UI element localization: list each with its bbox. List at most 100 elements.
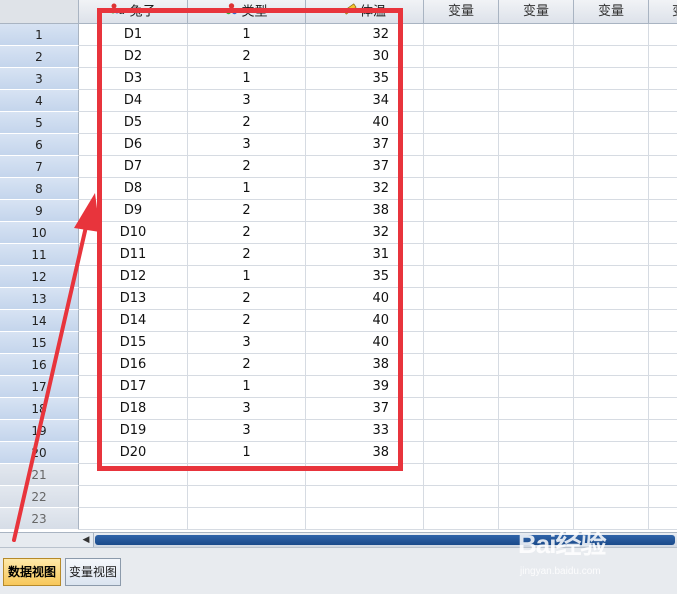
row-header[interactable]: 6 xyxy=(0,134,79,156)
cell-empty[interactable] xyxy=(499,46,574,68)
cell-empty[interactable] xyxy=(499,332,574,354)
cell-empty[interactable] xyxy=(574,464,649,486)
cell-empty[interactable] xyxy=(649,310,677,332)
cell-empty[interactable] xyxy=(649,68,677,90)
row-header[interactable]: 17 xyxy=(0,376,79,398)
cell-empty[interactable] xyxy=(424,464,499,486)
cell-temp[interactable]: 40 xyxy=(306,332,424,354)
cell-rabbit[interactable]: D3 xyxy=(79,68,188,90)
cell-temp[interactable]: 34 xyxy=(306,90,424,112)
cell-empty[interactable] xyxy=(574,398,649,420)
row-header[interactable]: 9 xyxy=(0,200,79,222)
cell-type[interactable]: 1 xyxy=(188,376,306,398)
cell-empty[interactable] xyxy=(574,442,649,464)
cell-empty[interactable] xyxy=(424,288,499,310)
cell-empty[interactable] xyxy=(574,46,649,68)
cell-type[interactable]: 2 xyxy=(188,288,306,310)
cell-empty[interactable] xyxy=(649,464,677,486)
cell-empty[interactable] xyxy=(574,354,649,376)
row-header[interactable]: 19 xyxy=(0,420,79,442)
cell-empty[interactable] xyxy=(649,200,677,222)
cell-empty[interactable] xyxy=(424,398,499,420)
cell-temp[interactable]: 39 xyxy=(306,376,424,398)
cell-empty[interactable] xyxy=(649,222,677,244)
cell-empty[interactable] xyxy=(574,222,649,244)
row-header[interactable]: 12 xyxy=(0,266,79,288)
cell-empty[interactable] xyxy=(649,354,677,376)
cell-temp[interactable]: 33 xyxy=(306,420,424,442)
row-header[interactable]: 16 xyxy=(0,354,79,376)
cell-type[interactable]: 2 xyxy=(188,156,306,178)
cell-empty[interactable] xyxy=(424,68,499,90)
cell-type[interactable] xyxy=(188,486,306,508)
cell-empty[interactable] xyxy=(499,420,574,442)
row-header[interactable]: 10 xyxy=(0,222,79,244)
cell-temp[interactable]: 40 xyxy=(306,310,424,332)
row-header[interactable]: 14 xyxy=(0,310,79,332)
cell-empty[interactable] xyxy=(424,486,499,508)
cell-type[interactable]: 1 xyxy=(188,266,306,288)
cell-type[interactable]: 2 xyxy=(188,354,306,376)
cell-empty[interactable] xyxy=(424,112,499,134)
cell-empty[interactable] xyxy=(649,178,677,200)
cell-empty[interactable] xyxy=(649,288,677,310)
cell-empty[interactable] xyxy=(424,266,499,288)
cell-temp[interactable] xyxy=(306,464,424,486)
cell-empty[interactable] xyxy=(424,376,499,398)
cell-empty[interactable] xyxy=(574,134,649,156)
cell-empty[interactable] xyxy=(574,68,649,90)
cell-empty[interactable] xyxy=(649,244,677,266)
cell-empty[interactable] xyxy=(499,288,574,310)
cell-temp[interactable]: 40 xyxy=(306,288,424,310)
column-header-6[interactable]: 变 xyxy=(649,0,677,24)
cell-type[interactable]: 2 xyxy=(188,244,306,266)
cell-temp[interactable]: 37 xyxy=(306,134,424,156)
cell-empty[interactable] xyxy=(499,486,574,508)
cell-rabbit[interactable]: D16 xyxy=(79,354,188,376)
cell-rabbit[interactable] xyxy=(79,508,188,530)
cell-type[interactable]: 3 xyxy=(188,134,306,156)
cell-rabbit[interactable]: D18 xyxy=(79,398,188,420)
row-header[interactable]: 20 xyxy=(0,442,79,464)
horizontal-scrollbar[interactable]: ◀ xyxy=(79,532,677,547)
row-header[interactable]: 22 xyxy=(0,486,79,508)
cell-rabbit[interactable]: D2 xyxy=(79,46,188,68)
scrollbar-thumb[interactable] xyxy=(95,535,675,545)
cell-empty[interactable] xyxy=(499,90,574,112)
cell-type[interactable]: 2 xyxy=(188,222,306,244)
row-header[interactable]: 21 xyxy=(0,464,79,486)
cell-temp[interactable]: 30 xyxy=(306,46,424,68)
cell-empty[interactable] xyxy=(499,112,574,134)
cell-type[interactable]: 2 xyxy=(188,310,306,332)
cell-empty[interactable] xyxy=(574,156,649,178)
cell-empty[interactable] xyxy=(649,46,677,68)
cell-rabbit[interactable]: D8 xyxy=(79,178,188,200)
cell-empty[interactable] xyxy=(424,244,499,266)
column-header-4[interactable]: 变量 xyxy=(499,0,574,24)
cell-empty[interactable] xyxy=(499,442,574,464)
cell-temp[interactable]: 37 xyxy=(306,156,424,178)
cell-rabbit[interactable]: D9 xyxy=(79,200,188,222)
cell-temp[interactable]: 40 xyxy=(306,112,424,134)
cell-empty[interactable] xyxy=(649,90,677,112)
cell-empty[interactable] xyxy=(499,464,574,486)
cell-type[interactable]: 3 xyxy=(188,332,306,354)
cell-rabbit[interactable]: D10 xyxy=(79,222,188,244)
cell-empty[interactable] xyxy=(424,200,499,222)
cell-empty[interactable] xyxy=(649,156,677,178)
cell-empty[interactable] xyxy=(424,134,499,156)
cell-rabbit[interactable]: D11 xyxy=(79,244,188,266)
cell-empty[interactable] xyxy=(424,442,499,464)
cell-rabbit[interactable]: D4 xyxy=(79,90,188,112)
cell-empty[interactable] xyxy=(649,486,677,508)
cell-empty[interactable] xyxy=(424,222,499,244)
cell-rabbit[interactable]: D7 xyxy=(79,156,188,178)
cell-temp[interactable] xyxy=(306,486,424,508)
cell-empty[interactable] xyxy=(499,244,574,266)
cell-rabbit[interactable]: D19 xyxy=(79,420,188,442)
cell-empty[interactable] xyxy=(649,376,677,398)
cell-empty[interactable] xyxy=(574,508,649,530)
cell-temp[interactable]: 32 xyxy=(306,178,424,200)
cell-empty[interactable] xyxy=(424,178,499,200)
cell-empty[interactable] xyxy=(424,420,499,442)
